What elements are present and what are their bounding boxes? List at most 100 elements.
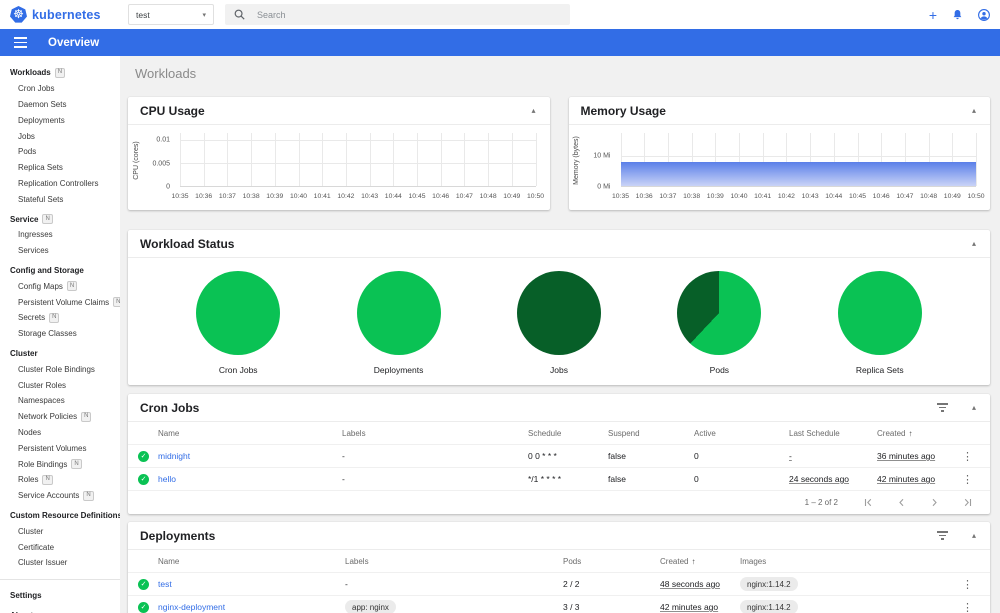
cpu-usage-title: CPU Usage: [140, 103, 205, 118]
sidebar-item[interactable]: Ingresses: [0, 227, 120, 243]
memory-usage-chart: Memory (bytes) 0 Mi 10 Mi 10:35 10:36 10:37…: [569, 125, 991, 209]
menu-hamburger-icon[interactable]: [14, 37, 27, 48]
deployments-card: Deployments ▴ Name Labels Pods Created ↑ …: [128, 522, 990, 613]
col-name[interactable]: Name: [158, 429, 342, 438]
cron-jobs-header: Cron Jobs ▴: [128, 394, 990, 422]
sidebar-item[interactable]: Nodes: [0, 425, 120, 441]
cell-suspend: false: [608, 474, 626, 484]
sidebar-item-label: Replica Sets: [18, 163, 63, 173]
sidebar-item[interactable]: Namespaces: [0, 393, 120, 409]
sidebar-item[interactable]: Config and Storage: [0, 263, 120, 279]
row-menu-button[interactable]: ⋮: [958, 451, 977, 463]
sidebar-item[interactable]: Cron Jobs: [0, 81, 120, 97]
cell-labels: -: [342, 451, 345, 461]
sidebar-item-label: Config Maps: [18, 281, 63, 291]
sidebar-item[interactable]: Cluster Issuer: [0, 555, 120, 571]
sidebar-item[interactable]: Cluster: [0, 346, 120, 362]
collapse-icon[interactable]: ▴: [970, 531, 978, 540]
sidebar-item[interactable]: Cluster: [0, 523, 120, 539]
col-images[interactable]: Images: [740, 557, 958, 566]
col-created[interactable]: Created ↑: [660, 557, 740, 566]
sidebar-item[interactable]: Settings: [0, 588, 120, 604]
sidebar-item[interactable]: Stateful Sets: [0, 191, 120, 207]
charts-row: CPU Usage ▴ CPU (cores) 0 0.005 0.01 10:35…: [128, 97, 990, 210]
col-name[interactable]: Name: [158, 557, 345, 566]
cell-labels: -: [345, 579, 348, 589]
namespace-select[interactable]: test ▾: [128, 4, 214, 25]
collapse-icon[interactable]: ▴: [970, 403, 978, 412]
collapse-icon[interactable]: ▴: [970, 239, 978, 248]
sidebar-item[interactable]: Replica Sets: [0, 160, 120, 176]
sidebar-item[interactable]: Config Maps N: [0, 278, 120, 294]
sidebar-item[interactable]: Daemon Sets: [0, 97, 120, 113]
resource-link[interactable]: hello: [158, 474, 176, 484]
collapse-icon[interactable]: ▴: [970, 106, 978, 115]
col-suspend[interactable]: Suspend: [608, 429, 694, 438]
sidebar-item-label: Settings: [10, 591, 42, 601]
sidebar-item[interactable]: Service N: [0, 211, 120, 227]
row-menu-button[interactable]: ⋮: [958, 602, 977, 613]
col-active[interactable]: Active: [694, 429, 789, 438]
col-last-schedule[interactable]: Last Schedule: [789, 429, 877, 438]
status-pie-chart: [677, 271, 762, 355]
filter-icon[interactable]: [936, 403, 948, 412]
status-pie-chart: [196, 271, 281, 355]
sidebar-item[interactable]: Pods: [0, 144, 120, 160]
prev-page-icon[interactable]: [897, 498, 906, 507]
sidebar-item[interactable]: Deployments: [0, 112, 120, 128]
sidebar-item[interactable]: Service Accounts N: [0, 488, 120, 504]
resource-link[interactable]: test: [158, 579, 172, 589]
create-resource-button[interactable]: +: [929, 8, 937, 22]
col-schedule[interactable]: Schedule: [528, 429, 608, 438]
col-labels[interactable]: Labels: [342, 429, 528, 438]
search-bar[interactable]: [225, 4, 570, 25]
resource-link[interactable]: midnight: [158, 451, 190, 461]
workload-status-card: Workload Status ▴ Cron Jobs Deployments …: [128, 230, 990, 385]
col-created[interactable]: Created ↑: [877, 429, 958, 438]
sidebar-item[interactable]: About: [0, 608, 120, 613]
sidebar-item[interactable]: Persistent Volume Claims N: [0, 294, 120, 310]
sidebar-item-label: Certificate: [18, 542, 55, 552]
cron-jobs-title: Cron Jobs: [140, 400, 200, 415]
sidebar-item[interactable]: Services: [0, 243, 120, 259]
workload-status-header: Workload Status ▴: [128, 230, 990, 258]
sidebar-item[interactable]: Workloads N: [0, 65, 120, 81]
cell-last-schedule: -: [789, 451, 792, 461]
row-menu-button[interactable]: ⋮: [958, 474, 977, 486]
sidebar-item[interactable]: Certificate: [0, 539, 120, 555]
deployments-table-body: ✓ test - 2 / 2 48 seconds ago nginx:1.14…: [128, 572, 990, 613]
next-page-icon[interactable]: [930, 498, 939, 507]
sidebar-item[interactable]: Cluster Roles: [0, 377, 120, 393]
sidebar-item[interactable]: Replication Controllers: [0, 176, 120, 192]
filter-icon[interactable]: [936, 531, 948, 540]
sidebar-item[interactable]: Cluster Role Bindings: [0, 361, 120, 377]
sidebar-item[interactable]: Jobs: [0, 128, 120, 144]
sidebar-item-label: Role Bindings: [18, 459, 68, 469]
collapse-icon[interactable]: ▴: [529, 106, 537, 115]
label-chip: app: nginx: [345, 600, 396, 613]
col-labels[interactable]: Labels: [345, 557, 563, 566]
first-page-icon[interactable]: [864, 498, 873, 507]
sidebar-item[interactable]: Roles N: [0, 472, 120, 488]
sidebar-item[interactable]: [0, 578, 120, 580]
account-icon[interactable]: [978, 8, 990, 21]
sidebar-item[interactable]: Role Bindings N: [0, 456, 120, 472]
sidebar-item[interactable]: Secrets N: [0, 310, 120, 326]
namespaced-badge: N: [113, 297, 120, 308]
status-pie: Replica Sets: [804, 271, 956, 375]
sidebar-item[interactable]: Network Policies N: [0, 409, 120, 425]
top-bar: ☸ kubernetes test ▾ +: [0, 0, 1000, 29]
sidebar-item[interactable]: Storage Classes: [0, 326, 120, 342]
sidebar-item[interactable]: Custom Resource Definitions: [0, 508, 120, 524]
kubernetes-logo[interactable]: ☸ kubernetes: [10, 0, 101, 29]
resource-link[interactable]: nginx-deployment: [158, 602, 225, 612]
sort-arrow-icon: ↑: [691, 556, 696, 566]
sidebar-item[interactable]: Persistent Volumes: [0, 440, 120, 456]
notifications-bell-icon[interactable]: [952, 9, 963, 21]
cell-pods: 3 / 3: [563, 602, 580, 612]
row-menu-button[interactable]: ⋮: [958, 579, 977, 591]
col-pods[interactable]: Pods: [563, 557, 660, 566]
cell-created: 42 minutes ago: [660, 602, 719, 612]
search-input[interactable]: [257, 9, 517, 20]
last-page-icon[interactable]: [963, 498, 972, 507]
